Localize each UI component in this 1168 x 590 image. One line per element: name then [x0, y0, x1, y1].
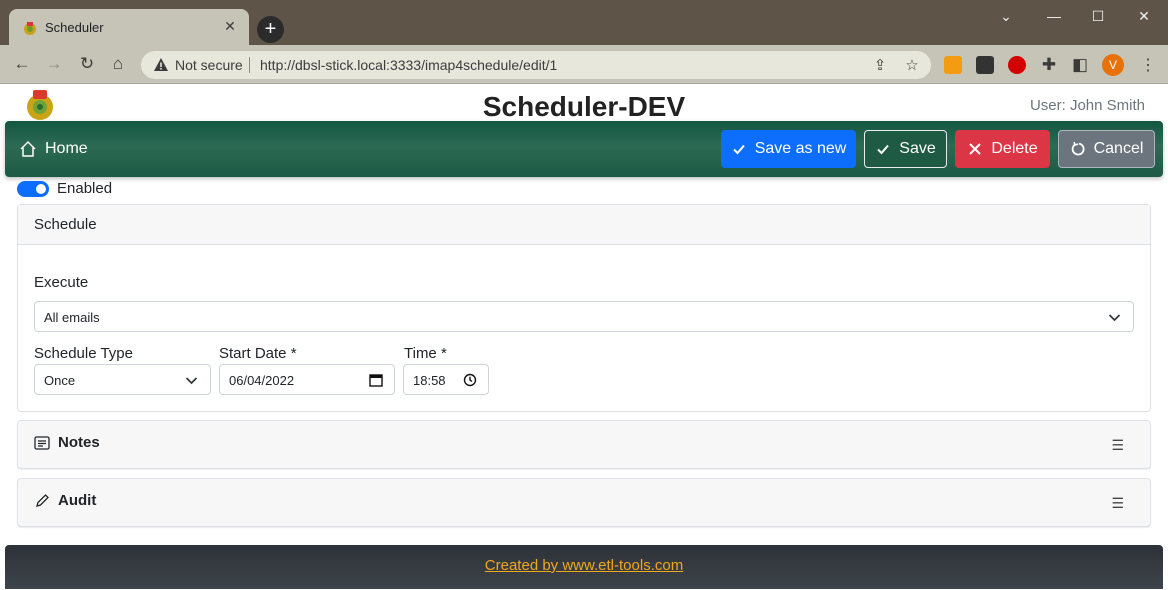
- notes-section[interactable]: Notes ☰: [17, 420, 1151, 469]
- time-input[interactable]: 18:58: [403, 364, 489, 395]
- browser-tab[interactable]: Scheduler ✕: [9, 9, 249, 45]
- home-link[interactable]: Home: [19, 140, 88, 158]
- audit-title: Audit: [58, 492, 97, 509]
- extension-chart-icon[interactable]: [944, 56, 962, 74]
- start-date-label: Start Date *: [219, 345, 297, 362]
- schedule-type-select[interactable]: Once: [34, 364, 211, 395]
- home-icon: [20, 140, 36, 157]
- chevron-down-icon: [1108, 314, 1121, 322]
- schedule-type-value: Once: [44, 373, 76, 388]
- execute-value: All emails: [44, 310, 100, 325]
- cancel-button[interactable]: Cancel: [1058, 130, 1155, 168]
- warning-icon: [154, 58, 168, 71]
- app-toolbar: Home Save as new Save Delete Cancel: [5, 121, 1163, 177]
- delete-label: Delete: [991, 140, 1038, 157]
- tab-search-icon[interactable]: ⌄: [996, 6, 1016, 26]
- schedule-type-label: Schedule Type: [34, 345, 133, 362]
- enabled-label: Enabled: [57, 180, 113, 197]
- forward-icon[interactable]: →: [44, 54, 64, 74]
- omnibox-divider: [249, 57, 250, 73]
- undo-icon: [1071, 141, 1085, 156]
- calendar-icon[interactable]: [369, 373, 383, 387]
- tab-close-icon[interactable]: ✕: [221, 18, 239, 35]
- bookmark-star-icon[interactable]: ☆: [903, 57, 921, 75]
- execute-select[interactable]: All emails: [34, 301, 1134, 332]
- home-label: Home: [45, 140, 88, 157]
- extension-m-icon[interactable]: [976, 56, 994, 74]
- start-date-value: 06/04/2022: [229, 373, 295, 388]
- audit-menu-icon[interactable]: ☰: [1111, 495, 1124, 512]
- save-as-new-label: Save as new: [754, 140, 847, 157]
- pencil-icon: [36, 493, 49, 507]
- page-content: Scheduler-DEV User: John Smith Home Save…: [0, 85, 1168, 590]
- time-label: Time *: [404, 345, 447, 362]
- save-as-new-button[interactable]: Save as new: [721, 130, 856, 168]
- profile-avatar[interactable]: V: [1102, 54, 1124, 76]
- cancel-label: Cancel: [1093, 140, 1144, 157]
- close-window-button[interactable]: ✕: [1134, 6, 1154, 26]
- start-date-input[interactable]: 06/04/2022: [219, 364, 395, 395]
- maximize-button[interactable]: ☐: [1088, 6, 1108, 26]
- not-secure-label[interactable]: Not secure: [175, 57, 243, 73]
- page-title: Scheduler-DEV: [482, 91, 686, 122]
- notes-menu-icon[interactable]: ☰: [1111, 437, 1124, 454]
- browser-menu-icon[interactable]: ⋮: [1140, 55, 1156, 75]
- close-icon: [969, 143, 982, 155]
- notes-icon: [34, 435, 50, 450]
- minimize-button[interactable]: —: [1044, 6, 1064, 26]
- execute-label: Execute: [34, 274, 89, 291]
- clock-icon[interactable]: [463, 373, 477, 387]
- back-icon[interactable]: ←: [12, 54, 32, 74]
- side-panel-icon[interactable]: ◧: [1070, 55, 1090, 75]
- reload-icon[interactable]: ↻: [77, 54, 97, 74]
- notes-header: Notes: [34, 434, 100, 451]
- user-label: User: John Smith: [1029, 97, 1145, 114]
- time-value: 18:58: [413, 373, 446, 388]
- extension-block-icon[interactable]: [1008, 56, 1026, 74]
- schedule-card: Schedule Execute All emails Schedule Typ…: [17, 204, 1151, 412]
- new-tab-button[interactable]: +: [257, 16, 284, 43]
- enabled-toggle-row: Enabled: [17, 180, 112, 197]
- schedule-card-header: Schedule: [18, 205, 1150, 245]
- share-icon[interactable]: ⇪: [871, 57, 889, 75]
- browser-tabstrip: Scheduler ✕ + ⌄ — ☐ ✕: [0, 0, 1168, 45]
- delete-button[interactable]: Delete: [955, 130, 1050, 168]
- app-favicon-icon: [24, 22, 36, 35]
- browser-toolbar: ← → ↻ ⌂ Not secure http://dbsl-stick.loc…: [0, 45, 1168, 84]
- tab-title: Scheduler: [45, 20, 104, 35]
- check-icon: [877, 144, 890, 155]
- address-bar[interactable]: Not secure http://dbsl-stick.local:3333/…: [141, 51, 931, 79]
- save-button[interactable]: Save: [864, 130, 947, 168]
- extensions-puzzle-icon[interactable]: ✚: [1039, 55, 1059, 75]
- url-text[interactable]: http://dbsl-stick.local:3333/imap4schedu…: [260, 57, 557, 73]
- footer-link[interactable]: Created by www.etl-tools.com: [485, 557, 683, 574]
- audit-section[interactable]: Audit ☰: [17, 478, 1151, 527]
- home-browser-icon[interactable]: ⌂: [108, 54, 128, 74]
- save-label: Save: [899, 140, 936, 157]
- enabled-toggle[interactable]: [17, 180, 49, 197]
- check-icon: [732, 144, 745, 155]
- page-footer: Created by www.etl-tools.com: [5, 545, 1163, 589]
- audit-header: Audit: [34, 492, 96, 509]
- notes-title: Notes: [58, 434, 100, 451]
- chevron-down-icon: [185, 377, 198, 385]
